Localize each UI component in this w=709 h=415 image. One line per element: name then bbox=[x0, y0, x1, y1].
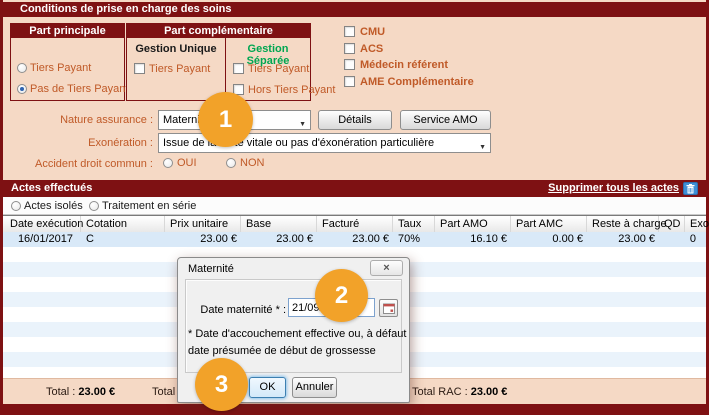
date-maternite-label: Date maternité * : bbox=[193, 304, 286, 316]
table-row[interactable]: 16/01/2017 C 23.00 € 23.00 € 23.00 € 70%… bbox=[3, 232, 706, 247]
chevron-down-icon: ▼ bbox=[299, 116, 306, 134]
checkbox-acs[interactable] bbox=[344, 43, 355, 54]
column-header[interactable]: Prix unitaire bbox=[165, 216, 241, 233]
total-rac-label: Total RAC : bbox=[412, 386, 468, 398]
radio-accident-non-label[interactable]: NON bbox=[240, 157, 264, 169]
details-button[interactable]: Détails bbox=[318, 110, 392, 130]
part-principale-header: Part principale bbox=[11, 24, 124, 38]
total-label: Total : bbox=[46, 386, 75, 398]
ok-button[interactable]: OK bbox=[249, 377, 286, 398]
callout-3: 3 bbox=[195, 358, 248, 411]
column-header[interactable]: Part AMO bbox=[435, 216, 511, 233]
cell-cotation: C bbox=[81, 232, 165, 247]
trash-button[interactable] bbox=[683, 182, 698, 195]
checkbox-ame-complementaire[interactable] bbox=[344, 76, 355, 87]
total-amo-partial: Total bbox=[152, 386, 175, 398]
total-label-value: Total : 23.00 € bbox=[46, 386, 115, 398]
cell-exo: 0 bbox=[685, 232, 706, 247]
callout-1: 1 bbox=[198, 92, 253, 147]
checkbox-gs-hors-tiers-payant-label[interactable]: Hors Tiers Payant bbox=[248, 84, 335, 96]
checkbox-gu-tiers-payant-label[interactable]: Tiers Payant bbox=[149, 63, 210, 75]
radio-tiers-payant[interactable] bbox=[17, 63, 27, 73]
total-rac-value: 23.00 € bbox=[471, 386, 508, 398]
radio-accident-oui[interactable] bbox=[163, 158, 173, 168]
radio-accident-oui-label[interactable]: OUI bbox=[177, 157, 197, 169]
cell-base: 23.00 € bbox=[241, 232, 317, 247]
nature-assurance-label: Nature assurance : bbox=[8, 114, 153, 126]
section-title-conditions: Conditions de prise en charge des soins bbox=[3, 2, 706, 17]
radio-traitement-serie[interactable] bbox=[89, 201, 99, 211]
checkbox-acs-label[interactable]: ACS bbox=[360, 43, 383, 55]
checkbox-medecin-referent-label[interactable]: Médecin référent bbox=[360, 59, 448, 71]
exoneration-value: Issue de la carte vitale ou pas d'éxonér… bbox=[163, 137, 434, 149]
checkbox-cmu-label[interactable]: CMU bbox=[360, 26, 385, 38]
part-principale-panel: Part principale Tiers Payant Pas de Tier… bbox=[10, 23, 125, 101]
radio-actes-isoles-label[interactable]: Actes isolés bbox=[24, 200, 83, 212]
radio-accident-non[interactable] bbox=[226, 158, 236, 168]
column-header[interactable]: Part AMC bbox=[511, 216, 587, 233]
checkbox-cmu[interactable] bbox=[344, 26, 355, 37]
dialog-title: Maternité bbox=[188, 263, 234, 275]
column-header[interactable]: Facturé bbox=[317, 216, 393, 233]
radio-pas-de-tiers-payant[interactable] bbox=[17, 84, 27, 94]
checkbox-medecin-referent[interactable] bbox=[344, 59, 355, 70]
column-header[interactable]: Base bbox=[241, 216, 317, 233]
radio-pas-de-tiers-payant-label[interactable]: Pas de Tiers Payant bbox=[30, 83, 128, 95]
total-rac: Total RAC : 23.00 € bbox=[412, 386, 507, 398]
radio-tiers-payant-label[interactable]: Tiers Payant bbox=[30, 62, 91, 74]
part-complementaire-panel: Part complémentaire Gestion Unique Gesti… bbox=[126, 23, 311, 101]
column-header[interactable]: Exo bbox=[685, 216, 706, 233]
column-header[interactable]: Taux bbox=[393, 216, 435, 233]
cancel-button[interactable]: Annuler bbox=[292, 377, 337, 398]
cell-taux: 70% bbox=[393, 232, 435, 247]
footer-bar bbox=[0, 404, 709, 415]
accident-droit-commun-label: Accident droit commun : bbox=[8, 158, 153, 170]
actes-effectues-bar: Actes effectués Supprimer tous les actes bbox=[3, 180, 706, 197]
radio-actes-isoles[interactable] bbox=[11, 201, 21, 211]
actes-effectues-title: Actes effectués bbox=[11, 182, 92, 194]
exoneration-label: Exonération : bbox=[8, 137, 153, 149]
checkbox-ame-complementaire-label[interactable]: AME Complémentaire bbox=[360, 76, 474, 88]
dialog-note-line1: * Date d'accouchement effective ou, à dé… bbox=[188, 328, 406, 340]
calendar-icon bbox=[383, 303, 395, 314]
cell-part-amc: 0.00 € bbox=[511, 232, 587, 247]
dialog-note-line2: date présumée de début de grossesse bbox=[188, 345, 376, 357]
column-header[interactable]: QD bbox=[659, 216, 685, 233]
column-header[interactable]: Date exécution bbox=[5, 216, 81, 233]
close-icon[interactable]: × bbox=[370, 260, 403, 276]
service-amo-button[interactable]: Service AMO bbox=[400, 110, 491, 130]
radio-traitement-serie-label[interactable]: Traitement en série bbox=[102, 200, 196, 212]
care-conditions-window: Conditions de prise en charge des soins … bbox=[0, 0, 709, 415]
acts-mode-strip: Actes isolés Traitement en série bbox=[3, 197, 706, 215]
gestion-unique-title: Gestion Unique bbox=[127, 43, 225, 55]
checkbox-gs-tiers-payant[interactable] bbox=[233, 63, 244, 74]
checkbox-gu-tiers-payant[interactable] bbox=[134, 63, 145, 74]
chevron-down-icon: ▼ bbox=[479, 139, 486, 157]
cell-qd bbox=[659, 232, 685, 247]
callout-2: 2 bbox=[315, 269, 368, 322]
cell-facture: 23.00 € bbox=[317, 232, 393, 247]
cell-date-execution: 16/01/2017 bbox=[5, 232, 81, 247]
calendar-button[interactable] bbox=[379, 299, 398, 317]
column-header[interactable]: Reste à charge bbox=[587, 216, 659, 233]
part-complementaire-header: Part complémentaire bbox=[127, 24, 310, 38]
cell-prix-unitaire: 23.00 € bbox=[165, 232, 241, 247]
acts-table-header: Date exécution Cotation Prix unitaire Ba… bbox=[3, 215, 706, 232]
cell-part-amo: 16.10 € bbox=[435, 232, 511, 247]
total-value: 23.00 € bbox=[78, 386, 115, 398]
column-header[interactable]: Cotation bbox=[81, 216, 165, 233]
trash-icon bbox=[686, 184, 695, 194]
delete-all-acts-link[interactable]: Supprimer tous les actes bbox=[548, 182, 679, 194]
cell-reste-a-charge: 23.00 € bbox=[587, 232, 659, 247]
checkbox-gs-tiers-payant-label[interactable]: Tiers Payant bbox=[248, 63, 309, 75]
